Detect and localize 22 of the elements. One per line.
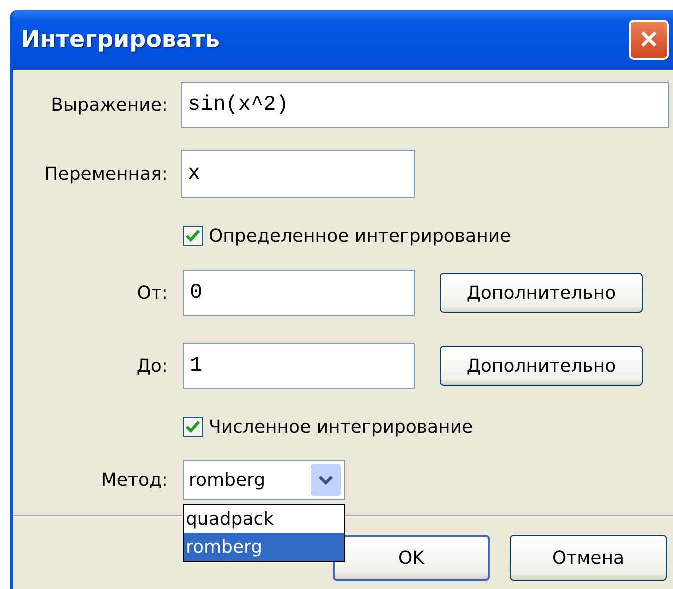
window-title: Интегрировать — [21, 27, 220, 53]
field-label: Метод: — [100, 470, 168, 490]
checkbox[interactable] — [183, 226, 203, 246]
checkbox-label: Определенное интегрирование — [209, 226, 512, 246]
checkmark-icon — [186, 230, 200, 242]
cancel-button[interactable]: Отмена — [510, 535, 667, 581]
limit-field[interactable]: 1 — [183, 343, 415, 389]
checkmark-icon — [186, 421, 200, 433]
expression-field[interactable]: sin(x^2) — [181, 82, 669, 128]
field-label: От: — [136, 282, 168, 304]
dropdown-option[interactable]: romberg — [184, 533, 344, 561]
field-label: Переменная: — [44, 164, 168, 184]
field-label: Выражение: — [50, 94, 168, 116]
variable-field[interactable]: x — [181, 150, 415, 198]
checkbox[interactable] — [183, 417, 203, 437]
field-label: До: — [136, 356, 168, 376]
method-dropdown[interactable]: romberg — [183, 460, 345, 500]
ok-button[interactable]: OK — [333, 535, 490, 581]
checkbox-label: Численное интегрирование — [209, 416, 474, 438]
advanced-button[interactable]: Дополнительно — [440, 273, 643, 313]
limit-field[interactable]: 0 — [183, 270, 415, 316]
advanced-button[interactable]: Дополнительно — [440, 346, 643, 386]
